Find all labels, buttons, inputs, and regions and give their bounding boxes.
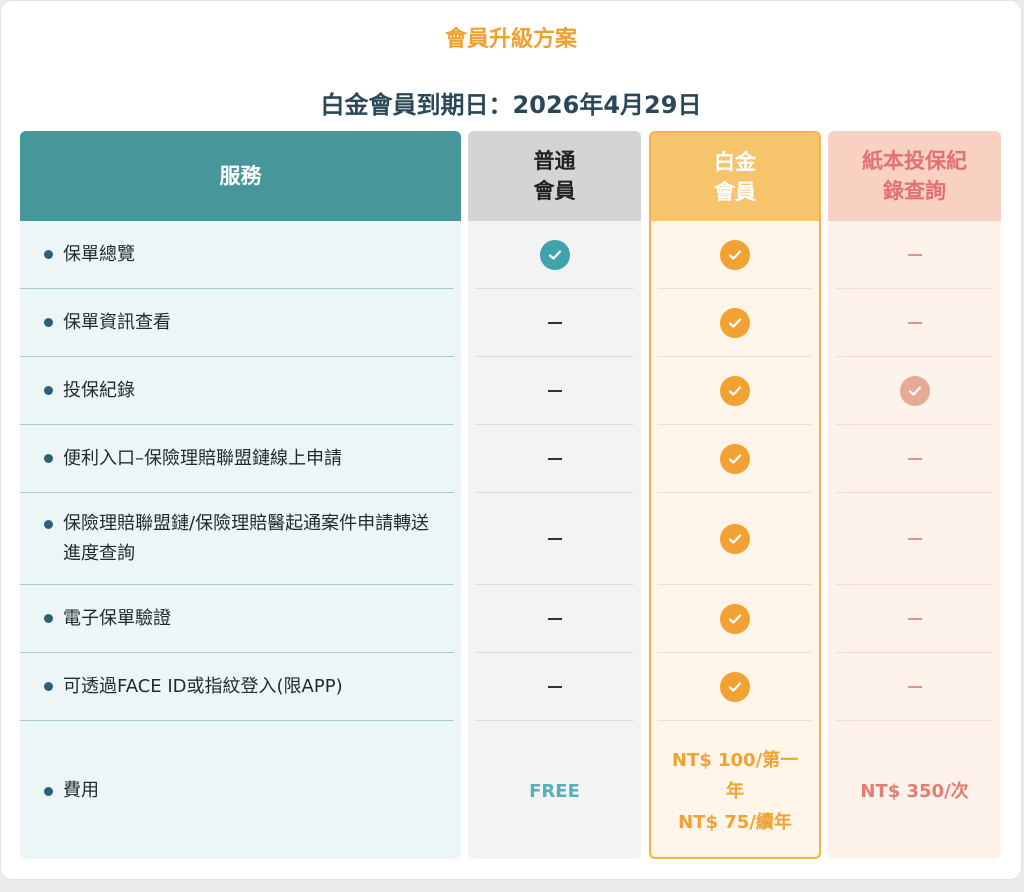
service-row: 便利入口–保險理賠聯盟鏈線上申請 — [20, 425, 454, 493]
platinum-cell — [658, 357, 812, 425]
service-row: 可透過FACE ID或指紋登入(限APP) — [20, 653, 454, 721]
check-circle-icon — [899, 375, 930, 406]
upgrade-plan-card: 會員升級方案 白金會員到期日：2026年4月29日 服務 保單總覽 保單資訊查看… — [0, 0, 1022, 880]
service-row: 保險理賠聯盟鏈/保險理賠醫起通案件申請轉送進度查詢 — [20, 493, 454, 585]
platinum-cell — [658, 493, 812, 585]
check-circle-icon — [720, 603, 750, 634]
service-column-header: 服務 — [20, 131, 461, 221]
bullet-icon — [44, 614, 53, 623]
dash-icon — [547, 457, 562, 460]
check-circle-icon — [720, 671, 750, 702]
bullet-icon — [44, 520, 53, 529]
bullet-icon — [44, 318, 53, 327]
platinum-cell — [658, 425, 812, 493]
normal-fee: FREE — [529, 780, 580, 802]
dash-icon — [547, 389, 562, 392]
service-column: 服務 保單總覽 保單資訊查看 投保紀錄 便利入口–保險理賠聯盟鏈線上申請 保險理… — [20, 131, 461, 859]
bullet-icon — [44, 250, 53, 259]
dash-icon — [547, 685, 562, 688]
check-circle-icon — [720, 307, 750, 338]
paper-cell — [835, 357, 994, 425]
dash-icon — [907, 321, 922, 324]
check-circle-icon — [720, 523, 750, 554]
platinum-member-column: 白金 會員 NT$ 100/第一 年 NT$ 75/續年 — [649, 131, 821, 859]
platinum-cell — [658, 221, 812, 289]
check-circle-icon — [720, 375, 750, 406]
dash-icon — [547, 537, 562, 540]
check-circle-icon — [720, 443, 750, 474]
dash-icon — [907, 253, 922, 256]
paper-cell — [835, 493, 994, 585]
service-row: 保單總覽 — [20, 221, 454, 289]
platinum-member-header: 白金 會員 — [651, 133, 819, 221]
normal-cell — [475, 289, 634, 357]
normal-cell — [475, 653, 634, 721]
bullet-icon — [44, 454, 53, 463]
dash-icon — [547, 321, 562, 324]
paper-record-header: 紙本投保紀 錄查詢 — [828, 131, 1001, 221]
paper-cell — [835, 289, 994, 357]
paper-cell — [835, 653, 994, 721]
check-circle-icon — [539, 239, 570, 270]
dash-icon — [907, 685, 922, 688]
expiry-date-heading: 白金會員到期日：2026年4月29日 — [320, 91, 702, 119]
check-circle-icon — [720, 239, 750, 270]
bullet-icon — [44, 682, 53, 691]
paper-fee: NT$ 350/次 — [860, 780, 969, 802]
paper-record-column: 紙本投保紀 錄查詢 NT$ 350/次 — [828, 131, 1001, 859]
dash-icon — [907, 457, 922, 460]
page-title: 會員升級方案 — [444, 27, 577, 52]
platinum-cell — [658, 653, 812, 721]
normal-cell — [475, 425, 634, 493]
service-row: 保單資訊查看 — [20, 289, 454, 357]
paper-cell — [835, 425, 994, 493]
paper-cell — [835, 221, 994, 289]
platinum-cell — [658, 585, 812, 653]
normal-cell — [475, 493, 634, 585]
platinum-cell — [658, 289, 812, 357]
fee-row: 費用 — [20, 721, 454, 859]
bullet-icon — [44, 786, 53, 796]
service-row: 投保紀錄 — [20, 357, 454, 425]
normal-cell — [475, 357, 634, 425]
normal-member-header: 普通 會員 — [468, 131, 641, 221]
normal-cell — [475, 221, 634, 289]
platinum-fee: NT$ 100/第一 年 NT$ 75/續年 — [671, 749, 799, 833]
dash-icon — [907, 537, 922, 540]
paper-cell — [835, 585, 994, 653]
bullet-icon — [44, 386, 53, 395]
service-row: 電子保單驗證 — [20, 585, 454, 653]
normal-cell — [475, 585, 634, 653]
dash-icon — [907, 617, 922, 620]
dash-icon — [547, 617, 562, 620]
normal-member-column: 普通 會員 FREE — [468, 131, 641, 859]
